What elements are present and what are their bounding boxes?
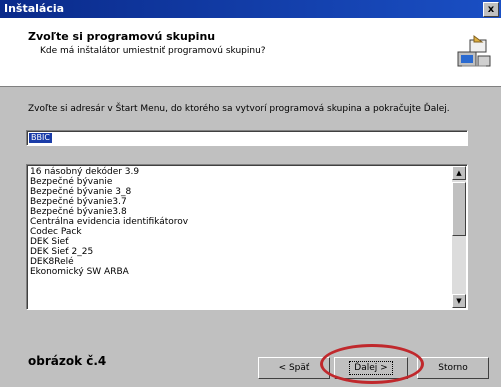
program-group-list[interactable]: 16 násobný dekóder 3.9 Bezpečné bývanie … <box>26 164 468 310</box>
list-item[interactable]: Bezpečné bývanie 3_8 <box>30 187 467 197</box>
program-group-input[interactable]: BBIC <box>26 130 468 146</box>
figure-caption: obrázok č.4 <box>28 354 107 368</box>
list-item[interactable]: Bezpečné bývanie3.8 <box>30 207 467 217</box>
header-subtitle: Kde má inštalátor umiestniť programovú s… <box>40 46 266 56</box>
list-item[interactable]: Bezpečné bývanie3.7 <box>30 197 467 207</box>
list-item[interactable]: Centrálna evidencia identifikátorov <box>30 217 467 227</box>
list-item[interactable]: Codec Pack <box>30 227 467 237</box>
scroll-down-arrow-icon[interactable]: ▼ <box>452 294 466 308</box>
wizard-header: Zvoľte si programovú skupinu Kde má inšt… <box>0 18 501 87</box>
list-item[interactable]: 16 násobný dekóder 3.9 <box>30 167 467 177</box>
header-title: Zvoľte si programovú skupinu <box>28 30 216 43</box>
window-title: Inštalácia <box>4 2 65 15</box>
cancel-button[interactable]: Storno <box>417 357 489 379</box>
back-button[interactable]: < Späť <box>258 357 330 379</box>
list-item[interactable]: DEK8Relé <box>30 257 467 267</box>
list-item[interactable]: Ekonomický SW ARBA <box>30 267 467 277</box>
list-scrollbar[interactable]: ▲ ▼ <box>452 166 466 308</box>
installer-computer-icon <box>457 35 491 67</box>
instruction-text: Zvoľte si adresár v Štart Menu, do ktoré… <box>28 104 450 114</box>
installer-window: Inštalácia x Zvoľte si programovú skupin… <box>0 0 501 387</box>
close-button[interactable]: x <box>483 2 499 17</box>
input-selected-text: BBIC <box>29 133 52 143</box>
list-item[interactable]: Bezpečné bývanie <box>30 177 467 187</box>
list-item[interactable]: DEK Sieť 2_25 <box>30 247 467 257</box>
list-item[interactable]: DEK Sieť <box>30 237 467 247</box>
scroll-thumb[interactable] <box>452 182 466 236</box>
next-button-label: Ďalej > <box>349 361 393 375</box>
next-button[interactable]: Ďalej > <box>334 357 408 379</box>
title-bar[interactable]: Inštalácia x <box>0 0 501 18</box>
scroll-up-arrow-icon[interactable]: ▲ <box>452 166 466 180</box>
